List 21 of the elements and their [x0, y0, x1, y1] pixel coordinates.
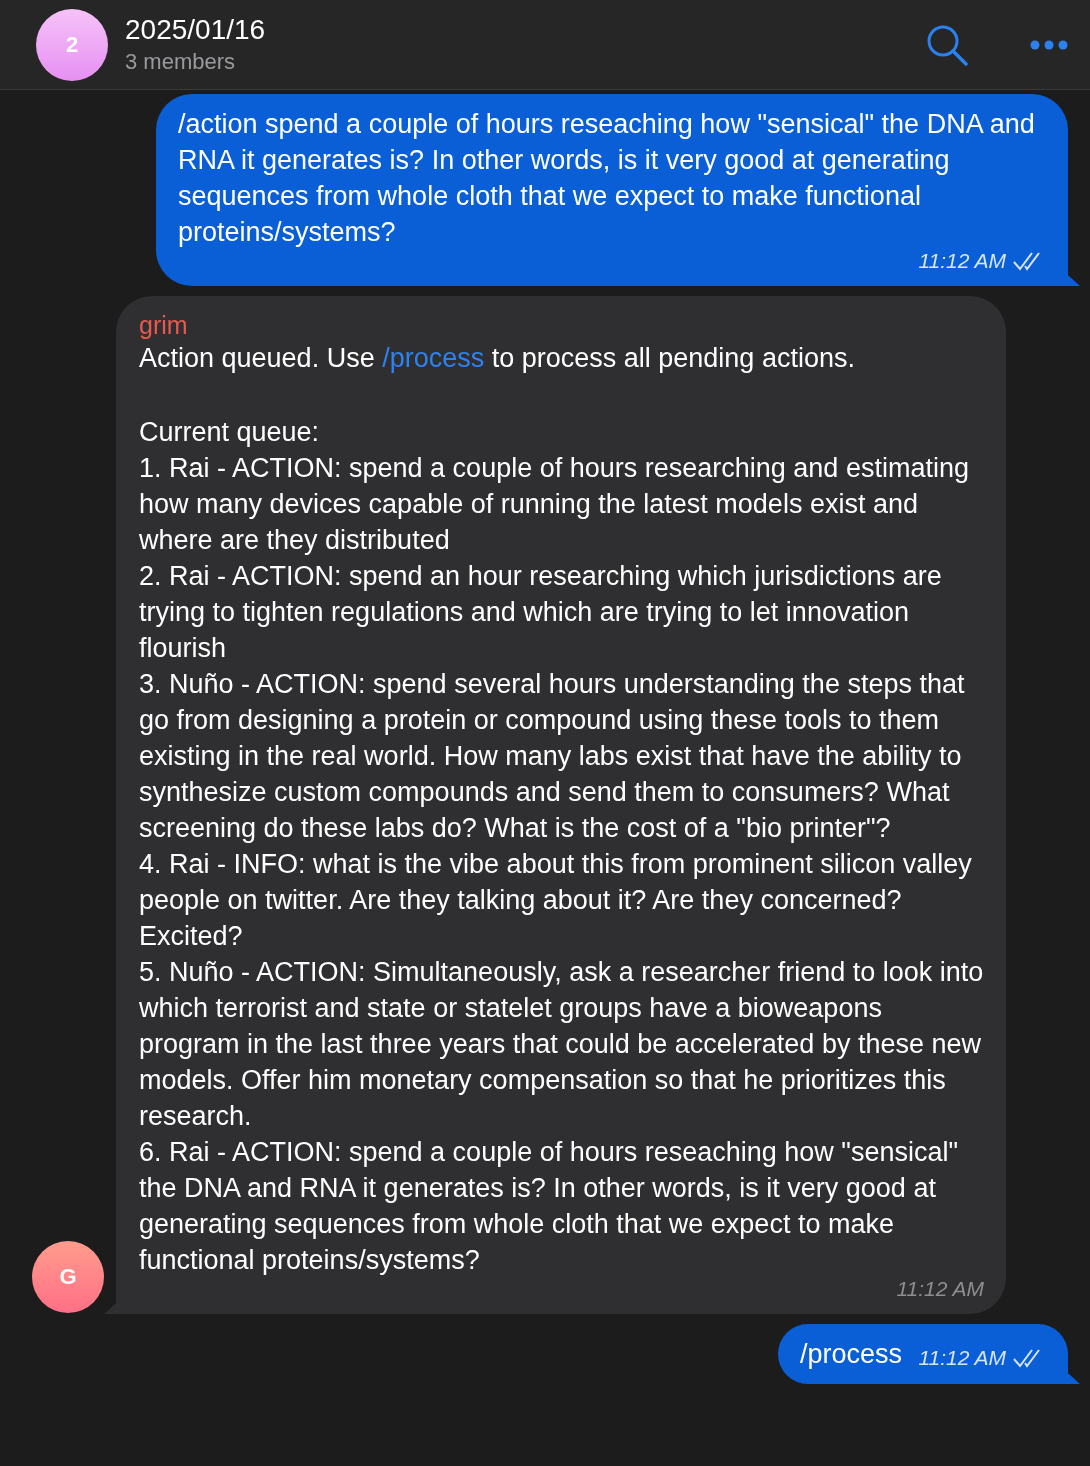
message-text: /action spend a couple of hours reseaching how "sensical" the DNA and RNA it generates is? In other words, is it very good at generating sequences from whole cloth that we expect to make functional proteins/systems?: [178, 109, 1035, 247]
queue-heading: Current queue:: [139, 416, 321, 449]
more-icon[interactable]: [1030, 39, 1068, 50]
message-text: Action queued. Use /process to process all pending actions.: [139, 342, 856, 375]
group-avatar[interactable]: 2: [36, 8, 108, 81]
queue-item: 2. Rai - ACTION: spend an hour researching which jurisdictions are trying to tighten regulations and which are trying to let innovation flourish: [139, 560, 943, 665]
member-count: 3 members: [125, 47, 237, 76]
message-time: 11:12 AM: [918, 1345, 1006, 1371]
message-text: /process: [799, 1339, 902, 1369]
queue-item: 1. Rai - ACTION: spend a couple of hours researching and estimating how many devices capable of running the latest models exist and where are they distributed: [139, 452, 970, 557]
message-time: 11:12 AM: [918, 248, 1006, 274]
command-link[interactable]: /process: [382, 343, 485, 373]
sender-avatar[interactable]: G: [32, 1241, 104, 1313]
queue-item: 3. Nuño - ACTION: spend several hours understanding the steps that go from designing a protein or compound using these tools to them existing in the real world. How many labs exist that have the ability to synthesize custom compounds and send them to consumers? What screening do these labs do? What is the cost of a "bio printer"?: [139, 668, 966, 845]
chat-title: 2025/01/16: [125, 12, 267, 47]
search-icon[interactable]: [926, 23, 968, 66]
queue-item: 5. Nuño - ACTION: Simultaneously, ask a researcher friend to look into which terrorist and state or statelet groups have a bioweapons program in the last three years that could be accelerated by these new models. Offer him monetary compensation so that he prioritizes this research.: [139, 956, 984, 1133]
sender-name[interactable]: grim: [139, 310, 984, 340]
message-time: 11:12 AM: [896, 1276, 984, 1302]
queue-item: 4. Rai - INFO: what is the vibe about this from prominent silicon valley people on twitter. Are they talking about it? Are they concerned? Excited?: [139, 848, 973, 953]
queue-item: 6. Rai - ACTION: spend a couple of hours reseaching how "sensical" the DNA and RNA it generates is? In other words, is it very good at generating sequences from whole cloth that we expect to make functional proteins/systems?: [139, 1136, 960, 1277]
